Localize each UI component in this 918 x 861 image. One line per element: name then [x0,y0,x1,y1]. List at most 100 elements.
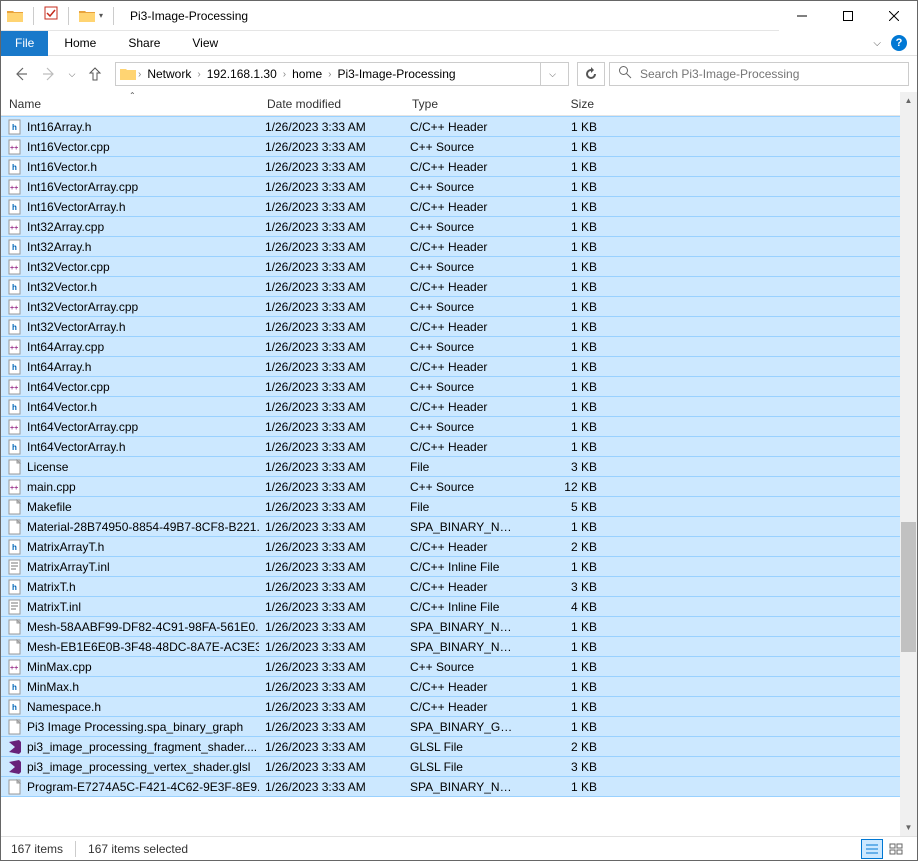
minimize-button[interactable] [779,1,825,31]
search-box[interactable] [609,62,909,86]
file-name: MinMax.cpp [27,660,92,674]
file-row[interactable]: hInt16Vector.h1/26/2023 3:33 AMC/C++ Hea… [1,156,900,177]
breadcrumb-segment[interactable]: home [288,65,326,83]
back-button[interactable] [9,62,33,86]
ribbon-share-tab[interactable]: Share [112,31,176,56]
file-row[interactable]: Material-28B74950-8854-49B7-8CF8-B221...… [1,516,900,537]
file-name: MatrixArrayT.h [27,540,104,554]
folder-icon [120,66,136,82]
file-size: 1 KB [524,640,603,654]
chevron-right-icon[interactable]: › [136,69,143,80]
file-type: C++ Source [404,420,524,434]
scroll-up-icon[interactable]: ▲ [900,92,917,109]
chevron-right-icon[interactable]: › [326,69,333,80]
file-icon: h [7,359,23,375]
file-row[interactable]: ++Int64VectorArray.cpp1/26/2023 3:33 AMC… [1,416,900,437]
file-row[interactable]: hInt32Vector.h1/26/2023 3:33 AMC/C++ Hea… [1,276,900,297]
file-list[interactable]: ⌃ Name Date modified Type Size hInt16Arr… [1,92,900,836]
search-input[interactable] [640,67,900,81]
file-row[interactable]: ++Int16Vector.cpp1/26/2023 3:33 AMC++ So… [1,136,900,157]
file-type: C/C++ Header [404,440,524,454]
details-view-button[interactable] [861,839,883,859]
maximize-button[interactable] [825,1,871,31]
file-row[interactable]: License1/26/2023 3:33 AMFile3 KB [1,456,900,477]
breadcrumb-segment[interactable]: 192.168.1.30 [203,65,281,83]
file-row[interactable]: hInt16Array.h1/26/2023 3:33 AMC/C++ Head… [1,116,900,137]
file-name: Program-E7274A5C-F421-4C62-9E3F-8E9... [27,780,259,794]
file-row[interactable]: pi3_image_processing_vertex_shader.glsl1… [1,756,900,777]
file-date: 1/26/2023 3:33 AM [259,400,404,414]
file-size: 3 KB [524,580,603,594]
status-selected-count: 167 items selected [88,842,188,856]
file-size: 1 KB [524,680,603,694]
file-row[interactable]: Mesh-EB1E6E0B-3F48-48DC-8A7E-AC3E3...1/2… [1,636,900,657]
column-size[interactable]: Size [524,92,603,115]
svg-text:h: h [12,163,17,172]
recent-chevron-icon[interactable]: ⌵ [65,62,79,86]
file-name: Int32Array.h [27,240,91,254]
file-row[interactable]: hInt64Array.h1/26/2023 3:33 AMC/C++ Head… [1,356,900,377]
ribbon-file-tab[interactable]: File [1,31,48,56]
file-row[interactable]: ++MinMax.cpp1/26/2023 3:33 AMC++ Source1… [1,656,900,677]
status-bar: 167 items 167 items selected [1,836,917,860]
ribbon-expand-icon[interactable]: ⌵ [873,38,881,49]
file-row[interactable]: MatrixArrayT.inl1/26/2023 3:33 AMC/C++ I… [1,556,900,577]
file-row[interactable]: hMatrixArrayT.h1/26/2023 3:33 AMC/C++ He… [1,536,900,557]
up-button[interactable] [83,62,107,86]
file-size: 2 KB [524,540,603,554]
breadcrumb-segment[interactable]: Network [143,65,195,83]
forward-button[interactable] [37,62,61,86]
column-date[interactable]: Date modified [259,92,404,115]
address-bar[interactable]: › Network › 192.168.1.30 › home › Pi3-Im… [115,62,569,86]
file-size: 1 KB [524,220,603,234]
status-item-count: 167 items [11,842,63,856]
file-row[interactable]: ++Int32Vector.cpp1/26/2023 3:33 AMC++ So… [1,256,900,277]
help-icon[interactable]: ? [891,35,907,51]
file-size: 1 KB [524,280,603,294]
file-name: Int64Array.cpp [27,340,104,354]
ribbon-view-tab[interactable]: View [176,31,234,56]
qat-check-icon[interactable] [44,6,58,25]
svg-text:++: ++ [10,145,18,152]
file-icon [7,459,23,475]
file-name: Int64Vector.h [27,400,97,414]
file-row[interactable]: hNamespace.h1/26/2023 3:33 AMC/C++ Heade… [1,696,900,717]
file-row[interactable]: ++Int64Array.cpp1/26/2023 3:33 AMC++ Sou… [1,336,900,357]
file-row[interactable]: Mesh-58AABF99-DF82-4C91-98FA-561E0...1/2… [1,616,900,637]
file-date: 1/26/2023 3:33 AM [259,440,404,454]
file-row[interactable]: ++main.cpp1/26/2023 3:33 AMC++ Source12 … [1,476,900,497]
navigation-bar: ⌵ › Network › 192.168.1.30 › home › Pi3-… [1,56,917,92]
qat-chevron-icon[interactable]: ▾ [99,11,103,20]
file-row[interactable]: ++Int64Vector.cpp1/26/2023 3:33 AMC++ So… [1,376,900,397]
file-row[interactable]: ++Int16VectorArray.cpp1/26/2023 3:33 AMC… [1,176,900,197]
file-row[interactable]: Pi3 Image Processing.spa_binary_graph1/2… [1,716,900,737]
file-row[interactable]: hInt32Array.h1/26/2023 3:33 AMC/C++ Head… [1,236,900,257]
refresh-button[interactable] [577,62,605,86]
address-dropdown-icon[interactable]: ⌵ [540,63,564,85]
ribbon-home-tab[interactable]: Home [48,31,112,56]
ribbon: File Home Share View ⌵ ? [1,31,917,56]
file-row[interactable]: hInt16VectorArray.h1/26/2023 3:33 AMC/C+… [1,196,900,217]
scrollbar[interactable]: ▲ ▼ [900,92,917,836]
file-row[interactable]: ++Int32VectorArray.cpp1/26/2023 3:33 AMC… [1,296,900,317]
scrollbar-thumb[interactable] [901,522,916,652]
file-icon: h [7,119,23,135]
file-row[interactable]: Makefile1/26/2023 3:33 AMFile5 KB [1,496,900,517]
file-name: Int64Vector.cpp [27,380,110,394]
file-row[interactable]: hInt32VectorArray.h1/26/2023 3:33 AMC/C+… [1,316,900,337]
file-row[interactable]: hMatrixT.h1/26/2023 3:33 AMC/C++ Header3… [1,576,900,597]
file-row[interactable]: MatrixT.inl1/26/2023 3:33 AMC/C++ Inline… [1,596,900,617]
file-row[interactable]: Program-E7274A5C-F421-4C62-9E3F-8E9...1/… [1,776,900,797]
file-row[interactable]: hInt64Vector.h1/26/2023 3:33 AMC/C++ Hea… [1,396,900,417]
chevron-right-icon[interactable]: › [281,69,288,80]
file-row[interactable]: hMinMax.h1/26/2023 3:33 AMC/C++ Header1 … [1,676,900,697]
close-button[interactable] [871,1,917,31]
breadcrumb-segment[interactable]: Pi3-Image-Processing [334,65,460,83]
thumbnails-view-button[interactable] [885,839,907,859]
chevron-right-icon[interactable]: › [195,69,202,80]
file-row[interactable]: ++Int32Array.cpp1/26/2023 3:33 AMC++ Sou… [1,216,900,237]
scroll-down-icon[interactable]: ▼ [900,819,917,836]
file-row[interactable]: hInt64VectorArray.h1/26/2023 3:33 AMC/C+… [1,436,900,457]
column-type[interactable]: Type [404,92,524,115]
file-row[interactable]: pi3_image_processing_fragment_shader....… [1,736,900,757]
